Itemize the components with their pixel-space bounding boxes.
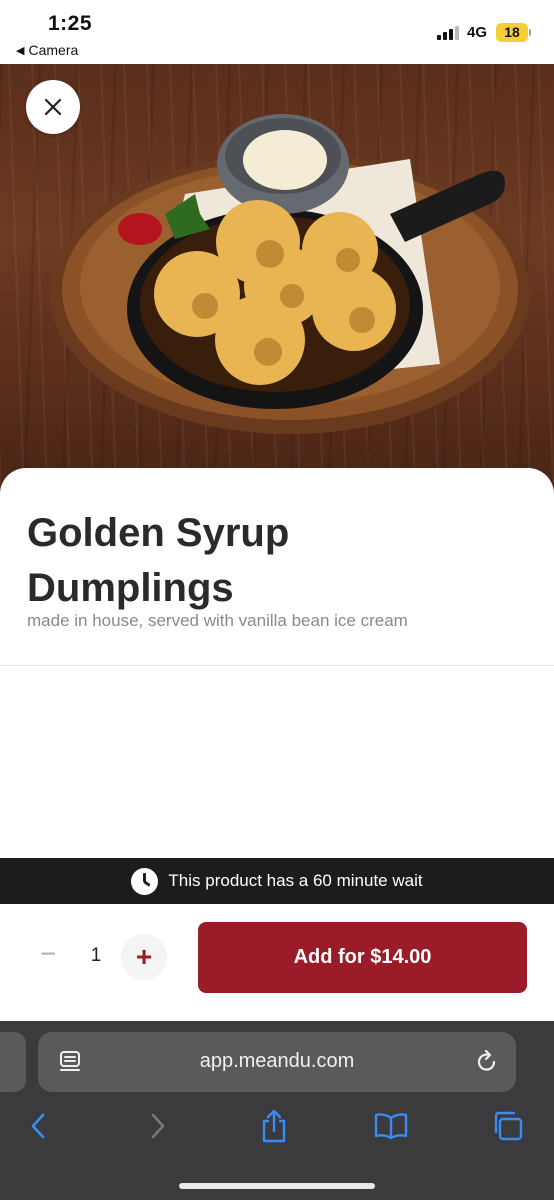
share-icon[interactable] xyxy=(256,1105,292,1147)
increase-quantity-button[interactable]: + xyxy=(121,934,167,980)
quantity-value: 1 xyxy=(90,945,102,966)
battery-cap xyxy=(529,29,531,36)
product-description: made in house, served with vanilla bean … xyxy=(27,611,408,630)
dessert-photo xyxy=(0,64,554,494)
bookmarks-icon[interactable] xyxy=(373,1105,409,1147)
order-bar: − 1 + Add for $14.00 xyxy=(0,904,554,1021)
dessert-illustration xyxy=(50,114,530,434)
battery-icon: 18 xyxy=(496,23,528,42)
close-icon xyxy=(44,98,62,116)
network-type: 4G xyxy=(467,24,488,41)
status-time: 1:25 xyxy=(48,12,93,35)
product-details-sheet: Golden Syrup Dumplings made in house, se… xyxy=(0,468,554,858)
add-to-order-button[interactable]: Add for $14.00 xyxy=(198,922,527,993)
home-indicator xyxy=(179,1183,375,1189)
status-bar: 1:25 ◀ Camera 4G 18 xyxy=(0,0,554,64)
clock-icon xyxy=(131,867,159,895)
previous-tab-preview[interactable] xyxy=(0,1032,26,1092)
wait-time-banner: This product has a 60 minute wait xyxy=(0,858,554,904)
address-bar[interactable]: app.meandu.com xyxy=(38,1032,516,1092)
wait-time-text: This product has a 60 minute wait xyxy=(168,871,423,890)
tabs-icon[interactable] xyxy=(490,1105,526,1147)
close-button[interactable] xyxy=(26,80,80,134)
reload-icon[interactable] xyxy=(476,1050,498,1074)
back-app-label: Camera xyxy=(28,42,79,58)
url-text: app.meandu.com xyxy=(199,1050,355,1072)
product-title: Golden Syrup Dumplings xyxy=(27,511,290,610)
browser-toolbar xyxy=(0,1105,554,1147)
decrease-quantity-button[interactable]: − xyxy=(30,936,66,972)
back-to-app-link[interactable]: ◀ Camera xyxy=(16,42,78,58)
browser-chrome: app.meandu.com xyxy=(0,1021,554,1200)
divider xyxy=(0,665,554,666)
forward-icon[interactable] xyxy=(140,1105,176,1147)
back-triangle-icon: ◀ xyxy=(16,44,25,57)
signal-icon xyxy=(437,26,459,40)
back-icon[interactable] xyxy=(20,1105,56,1147)
